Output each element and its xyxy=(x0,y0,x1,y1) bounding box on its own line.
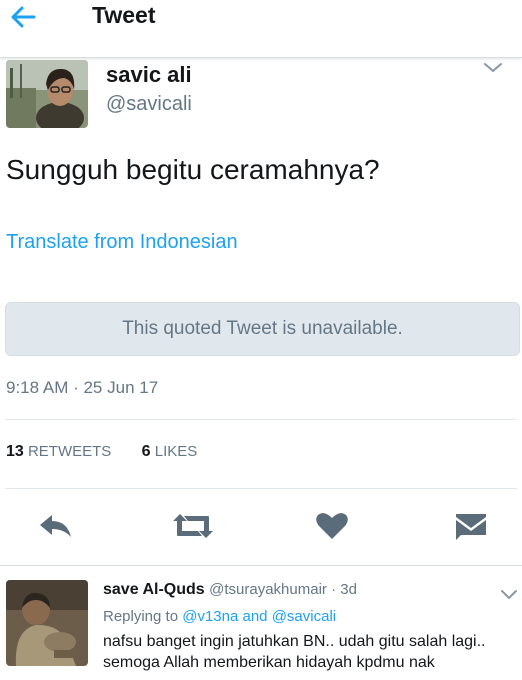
divider xyxy=(5,419,517,420)
retweets-label[interactable]: RETWEETS xyxy=(28,443,111,460)
reply-icon[interactable] xyxy=(36,510,76,542)
author-handle[interactable]: @savicali xyxy=(106,93,192,116)
chevron-down-icon[interactable] xyxy=(482,60,504,76)
divider xyxy=(5,488,517,489)
author-avatar[interactable] xyxy=(6,60,88,128)
chevron-down-icon[interactable] xyxy=(500,588,518,602)
reply-author-avatar[interactable] xyxy=(6,580,88,666)
top-app-bar: Tweet xyxy=(0,0,522,58)
replying-to-line: Replying to @v13na and @savicali xyxy=(103,608,336,625)
and-word: and xyxy=(242,608,268,625)
mention-link[interactable]: @v13na xyxy=(182,608,238,625)
reply-author-line: save Al-Quds @tsurayakhumair · 3d xyxy=(103,581,357,599)
mention-link[interactable]: @savicali xyxy=(272,608,336,625)
reply-time[interactable]: 3d xyxy=(340,581,357,598)
meta-separator: · xyxy=(326,581,341,598)
tweet-stats: 13 RETWEETS 6 LIKES xyxy=(6,443,197,461)
retweets-count[interactable]: 13 xyxy=(6,443,24,460)
tweet-timestamp[interactable]: 9:18 AM · 25 Jun 17 xyxy=(6,378,158,398)
tweet-text: Sungguh begitu ceramahnya? xyxy=(6,154,380,185)
reply-text-line: nafsu banget ingin jatuhkan BN.. udah gi… xyxy=(103,633,486,650)
translate-link[interactable]: Translate from Indonesian xyxy=(6,231,238,254)
reply-author-handle[interactable]: @tsurayakhumair xyxy=(209,581,327,598)
heart-icon[interactable] xyxy=(314,510,350,542)
likes-count[interactable]: 6 xyxy=(142,443,151,460)
quoted-tweet-unavailable: This quoted Tweet is unavailable. xyxy=(5,302,520,356)
reply-author-name[interactable]: save Al-Quds xyxy=(103,581,205,598)
reply-text-line: semoga Allah memberikan hidayah kpdmu na… xyxy=(103,654,435,671)
author-name[interactable]: savic ali xyxy=(106,62,192,88)
retweet-icon[interactable] xyxy=(170,510,216,542)
reply-text: nafsu banget ingin jatuhkan BN.. udah gi… xyxy=(103,631,519,673)
section-divider xyxy=(0,565,522,566)
quoted-tweet-message: This quoted Tweet is unavailable. xyxy=(122,318,403,339)
likes-label[interactable]: LIKES xyxy=(155,443,198,460)
replying-to-prefix: Replying to xyxy=(103,608,179,625)
envelope-icon[interactable] xyxy=(452,510,490,542)
page-title: Tweet xyxy=(92,2,156,28)
back-arrow-icon[interactable] xyxy=(6,2,40,32)
